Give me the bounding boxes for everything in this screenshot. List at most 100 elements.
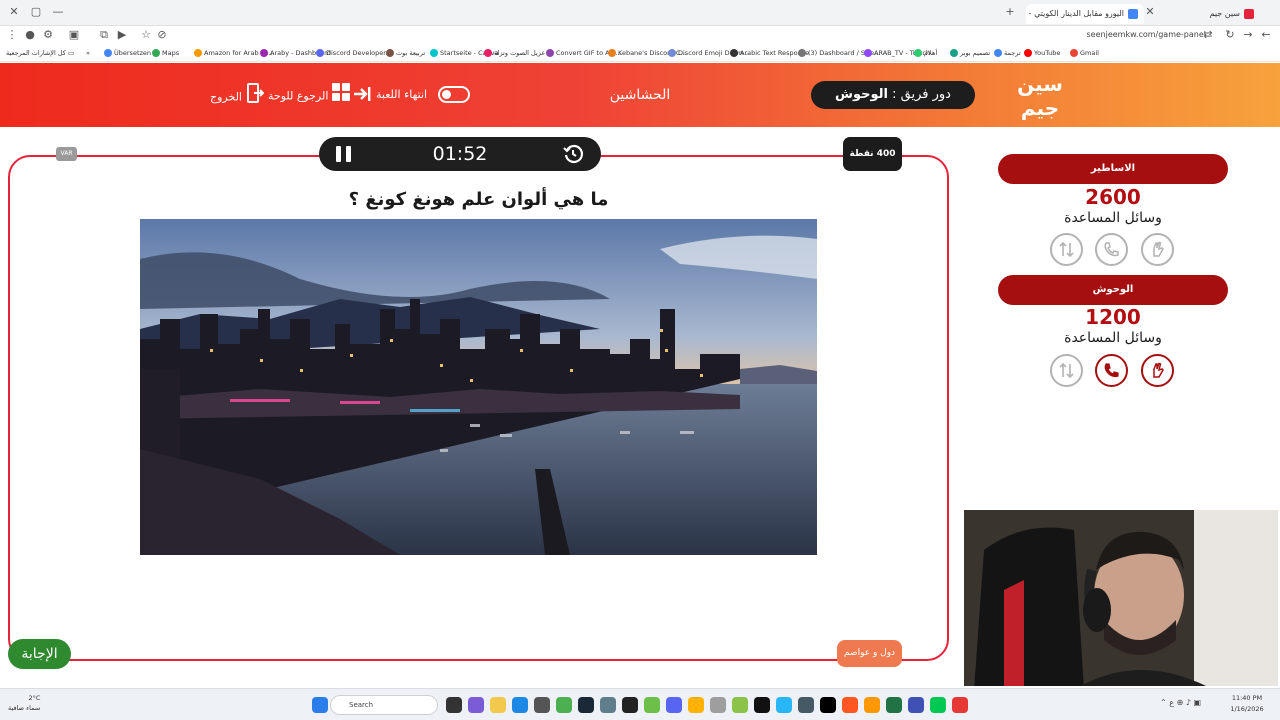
app-icon-4[interactable] (732, 697, 748, 713)
sidepanel-icon[interactable]: ▣ (66, 27, 82, 43)
bookmark-favicon-icon (194, 49, 202, 57)
app-icon-3[interactable] (710, 697, 726, 713)
tab-seenjeem[interactable]: سين جيم (1160, 4, 1260, 24)
forward-icon[interactable]: → (1240, 27, 1256, 43)
reload-icon[interactable]: ↻ (1222, 27, 1238, 43)
taskbar-search[interactable]: Search (330, 695, 438, 715)
bookmark-favicon-icon (430, 49, 438, 57)
team-2-help-label: وسائل المساعدة (1064, 330, 1162, 346)
discord-icon[interactable] (666, 697, 682, 713)
bookmark-favicon-icon (546, 49, 554, 57)
windows-start-icon[interactable] (312, 697, 328, 713)
bookmark-item[interactable]: تربيعة بوت (386, 46, 425, 60)
url-field[interactable]: seenjeemkw.com/game-panel (1087, 28, 1206, 42)
team-1-help-label: وسائل المساعدة (1064, 210, 1162, 226)
hand-icon (1153, 362, 1164, 378)
bookmark-favicon-icon (260, 49, 268, 57)
capcut-icon[interactable] (820, 697, 836, 713)
phone-icon (1104, 363, 1119, 378)
bookmark-item[interactable]: أهلام (914, 46, 937, 60)
telegram-icon[interactable] (776, 697, 792, 713)
toggle-knob (442, 90, 451, 99)
bookmark-favicon-icon (104, 49, 112, 57)
edge-icon[interactable] (512, 697, 528, 713)
svg-text:سين: سين (1017, 72, 1063, 96)
close-tab-icon[interactable]: ✕ (1142, 5, 1158, 19)
app-icon[interactable] (534, 697, 550, 713)
bookmark-item[interactable]: YouTube (1024, 46, 1060, 60)
xbox-icon[interactable] (644, 697, 660, 713)
bookmark-item[interactable]: Discord Developer... (316, 46, 392, 60)
app-icon-11[interactable] (952, 697, 968, 713)
app-icon-2[interactable] (688, 697, 704, 713)
site-settings-icon[interactable]: ⇄ (1200, 27, 1216, 43)
tab-search[interactable]: اليورو مقابل الدينار الكويتي - بحث (1026, 4, 1144, 24)
back-icon[interactable]: ← (1258, 27, 1274, 43)
team-1-swap-lifeline[interactable] (1050, 233, 1083, 266)
bookmark-favicon-icon (484, 49, 492, 57)
team-2-swap-lifeline[interactable] (1050, 354, 1083, 387)
obs-icon[interactable] (622, 697, 638, 713)
app-icon-10[interactable] (930, 697, 946, 713)
profile-avatar[interactable]: ● (22, 27, 38, 43)
grid-icon (332, 83, 351, 110)
reset-timer-icon[interactable] (563, 144, 584, 164)
widgets-icon[interactable] (468, 697, 484, 713)
show-answer-button[interactable]: الإجابة (8, 639, 71, 669)
team-2-phone-lifeline[interactable] (1095, 354, 1128, 387)
bookmark-favicon-icon (1024, 49, 1032, 57)
youtube-icon[interactable]: ▶ (114, 27, 130, 43)
exit-button[interactable]: الخروج (210, 83, 265, 107)
game-title: الحشاشين (609, 87, 671, 103)
share-icon[interactable]: ⧉ (96, 27, 112, 43)
chrome-icon[interactable] (556, 697, 572, 713)
hide-icon[interactable]: ⊘ (154, 27, 170, 43)
bookmark-item[interactable]: Übersetzen (104, 46, 151, 60)
bookmark-item[interactable]: تصميم بوبر (950, 46, 990, 60)
bookmark-favicon-icon (994, 49, 1002, 57)
settings-icon[interactable] (600, 697, 616, 713)
bookmark-favicon-icon (864, 49, 872, 57)
bookmarks-overflow-icon[interactable]: » (86, 46, 90, 60)
swap-icon (1059, 362, 1074, 379)
app-icon-6[interactable] (798, 697, 814, 713)
bookmark-star-icon[interactable]: ☆ (138, 27, 154, 43)
bookmarks-bar: كل الإشارات المرجعية ▭ » Übersetzen Maps A… (0, 44, 1280, 62)
end-game-button[interactable]: انتهاء اللعبة (376, 83, 427, 107)
bookmark-favicon-icon (668, 49, 676, 57)
team-1-hand-lifeline[interactable] (1141, 233, 1174, 266)
app-icon-7[interactable] (842, 697, 858, 713)
bookmark-item[interactable]: Gmail (1070, 46, 1099, 60)
menu-icon[interactable]: ⋮ (4, 27, 20, 43)
app-icon-9[interactable] (908, 697, 924, 713)
bookmark-item[interactable]: Maps (152, 46, 179, 60)
clock[interactable]: 11:40 PM 1/16/2026 (1222, 693, 1272, 715)
file-explorer-icon[interactable] (490, 697, 506, 713)
bookmark-favicon-icon (152, 49, 160, 57)
team-1-phone-lifeline[interactable] (1095, 233, 1128, 266)
close-window-icon[interactable]: ✕ (6, 5, 22, 19)
exit-door-icon (246, 83, 265, 112)
maximize-window-icon[interactable]: ▢ (28, 5, 44, 19)
new-tab-icon[interactable]: + (1002, 5, 1018, 19)
var-badge[interactable]: VAR (56, 147, 77, 161)
bookmark-item[interactable]: عزيل الصوت وتزلة ... (484, 46, 554, 60)
excel-icon[interactable] (886, 697, 902, 713)
app-icon-5[interactable] (754, 697, 770, 713)
team-2-hand-lifeline[interactable] (1141, 354, 1174, 387)
swap-icon (1059, 241, 1074, 258)
weather-widget[interactable]: 2°C سماء صافية (8, 693, 40, 713)
all-bookmarks[interactable]: كل الإشارات المرجعية ▭ (6, 46, 74, 60)
bookmark-item[interactable]: ترجمة (994, 46, 1021, 60)
system-tray[interactable]: ⌃ ع ⊕ ♪ ▣ (1160, 698, 1201, 707)
steam-icon[interactable] (578, 697, 594, 713)
app-icon-8[interactable] (864, 697, 880, 713)
back-arrow-icon (352, 84, 372, 108)
bookmark-favicon-icon (316, 49, 324, 57)
minimize-window-icon[interactable]: — (50, 5, 66, 19)
extensions-icon[interactable]: ⚙ (40, 27, 56, 43)
back-to-board-button[interactable]: الرجوع للوحة (268, 83, 351, 110)
task-view-icon[interactable] (446, 697, 462, 713)
question-text: ما هي ألوان علم هونغ كونغ ؟ (348, 189, 609, 210)
end-game-toggle[interactable] (438, 86, 470, 103)
